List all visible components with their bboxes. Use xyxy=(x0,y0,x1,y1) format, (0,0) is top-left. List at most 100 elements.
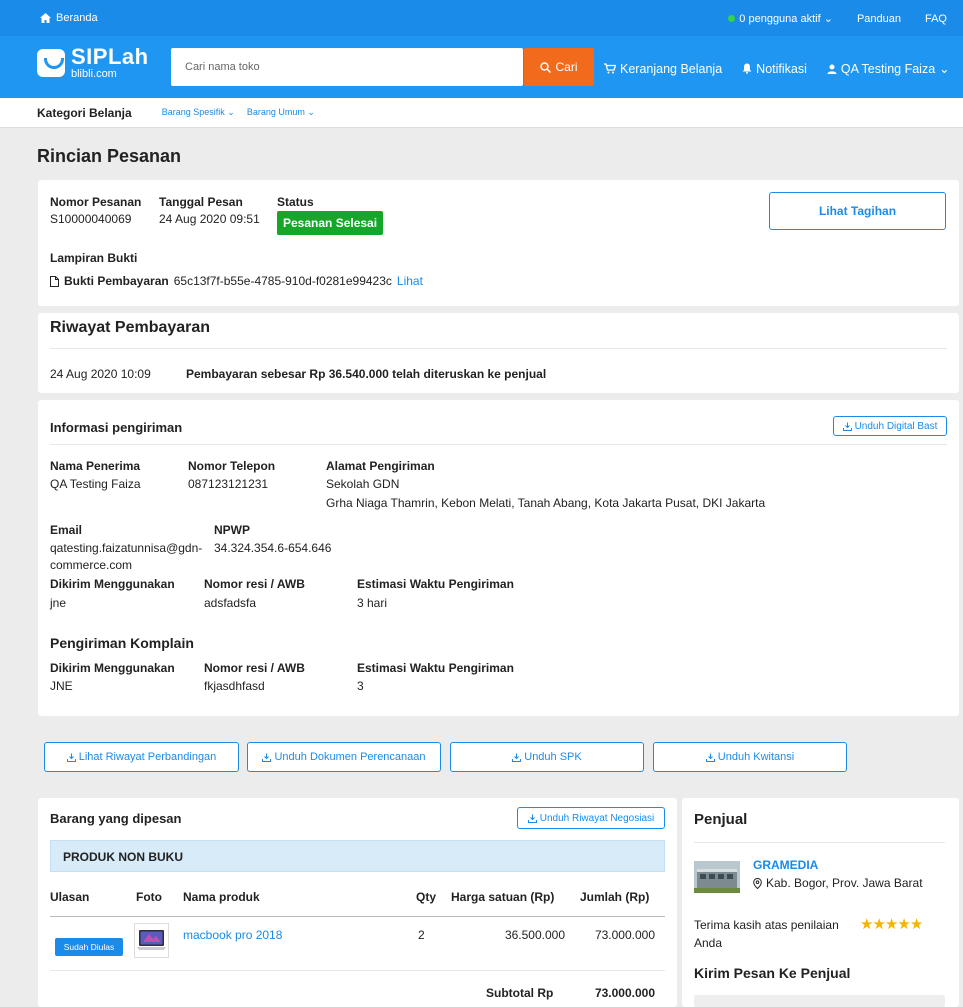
planning-document-button[interactable]: Unduh Dokumen Perencanaan xyxy=(247,742,441,772)
view-invoice-button[interactable]: Lihat Tagihan xyxy=(769,192,946,230)
rating-stars: ★★★★★ xyxy=(860,915,923,933)
view-proof-link[interactable]: Lihat xyxy=(397,274,423,288)
cart-link[interactable]: Keranjang Belanja xyxy=(604,62,722,76)
divider xyxy=(50,916,665,917)
notifications-label: Notifikasi xyxy=(756,61,807,76)
user-menu[interactable]: QA Testing Faiza ⌄ xyxy=(827,61,950,76)
bell-icon xyxy=(742,63,752,74)
complaint-awb-value: fkjasdhfasd xyxy=(204,679,265,693)
user-icon xyxy=(827,64,837,74)
product-total: 73.000.000 xyxy=(594,928,655,942)
complaint-eta-value: 3 xyxy=(357,679,364,693)
download-icon xyxy=(842,422,852,431)
awb-value: adsfadsfa xyxy=(204,596,257,610)
ordered-items-card: Barang yang dipesan Unduh Riwayat Negosi… xyxy=(38,798,677,1007)
npwp-label: NPWP xyxy=(214,523,250,537)
planning-document-label: Unduh Dokumen Perencanaan xyxy=(274,751,426,763)
download-icon xyxy=(705,753,715,762)
negotiation-history-button[interactable]: Unduh Riwayat Negosiasi xyxy=(517,807,665,829)
user-name: QA Testing Faiza xyxy=(840,61,936,76)
phone-value: 087123121231 xyxy=(188,477,269,491)
address-line-1: Sekolah GDN xyxy=(326,477,400,491)
subtotal-label: Subtotal Rp xyxy=(486,986,554,1000)
cart-icon xyxy=(604,63,616,74)
download-icon xyxy=(66,753,76,762)
download-receipt-label: Unduh Kwitansi xyxy=(717,751,795,763)
store-building-image xyxy=(694,861,740,893)
download-spk-label: Unduh SPK xyxy=(524,751,582,763)
faq-link[interactable]: FAQ xyxy=(925,13,947,25)
download-icon xyxy=(262,753,272,762)
star-icon: ★ xyxy=(884,916,898,933)
chevron-down-icon: ⌄ xyxy=(823,13,833,25)
recipient-name: QA Testing Faiza xyxy=(50,477,141,491)
category-general-dropdown[interactable]: Barang Umum ⌄ xyxy=(247,107,315,118)
category-bar: Kategori Belanja Barang Spesifik ⌄ Baran… xyxy=(0,98,963,128)
eta-value: 3 hari xyxy=(357,596,388,610)
category-specific-label: Barang Spesifik xyxy=(161,107,225,117)
star-icon: ★ xyxy=(909,916,923,933)
subtotal-value: 73.000.000 xyxy=(594,986,655,1000)
online-dot-icon xyxy=(728,15,736,22)
column-review: Ulasan xyxy=(50,890,90,904)
active-users-dropdown[interactable]: 0 pengguna aktif ⌄ xyxy=(728,12,833,25)
category-title: Kategori Belanja xyxy=(37,105,132,120)
download-spk-button[interactable]: Unduh SPK xyxy=(450,742,644,772)
divider xyxy=(50,970,665,971)
star-icon: ★ xyxy=(872,916,885,933)
file-icon xyxy=(50,275,59,287)
logo-sub-text: blibli.com xyxy=(71,68,117,80)
product-group-label: PRODUK NON BUKU xyxy=(63,850,183,864)
message-input[interactable] xyxy=(694,995,945,1007)
compare-history-button[interactable]: Lihat Riwayat Perbandingan xyxy=(44,742,239,772)
address-line-2: Grha Niaga Thamrin, Kebon Melati, Tanah … xyxy=(326,496,766,510)
siplah-logo[interactable]: SIPLah blibli.com xyxy=(37,46,149,80)
logo-main-text: SIPLah xyxy=(71,44,149,69)
home-icon xyxy=(40,13,51,23)
payment-date: 24 Aug 2020 10:09 xyxy=(50,367,151,381)
order-date-label: Tanggal Pesan xyxy=(159,195,243,209)
complaint-eta-label: Estimasi Waktu Pengiriman xyxy=(357,661,514,675)
product-photo[interactable] xyxy=(134,923,169,958)
payment-proof-id: 65c13f7f-b55e-4785-910d-f0281e99423c xyxy=(173,274,392,288)
search-icon xyxy=(540,61,552,73)
column-photo: Foto xyxy=(136,890,162,904)
cart-label: Keranjang Belanja xyxy=(620,61,723,76)
recipient-label: Nama Penerima xyxy=(50,459,141,473)
category-specific-dropdown[interactable]: Barang Spesifik ⌄ xyxy=(162,107,235,118)
download-icon xyxy=(512,753,522,762)
search-button[interactable]: Cari xyxy=(524,48,594,86)
seller-name-link[interactable]: GRAMEDIA xyxy=(753,858,818,872)
rating-thanks-text: Terima kasih atas penilaian Anda xyxy=(694,918,839,950)
download-icon xyxy=(527,814,537,823)
star-icon: ★ xyxy=(897,916,910,933)
product-name-link[interactable]: macbook pro 2018 xyxy=(183,928,282,942)
download-bast-button[interactable]: Unduh Digital Bast xyxy=(833,416,947,436)
active-users-label: 0 pengguna aktif xyxy=(739,13,821,25)
complaint-courier-value: JNE xyxy=(50,679,73,693)
order-date: 24 Aug 2020 09:51 xyxy=(159,212,260,226)
phone-label: Nomor Telepon xyxy=(188,459,276,473)
order-summary-card: Nomor Pesanan S10000040069 Tanggal Pesan… xyxy=(38,180,959,306)
laptop-image xyxy=(137,930,166,950)
column-product-name: Nama produk xyxy=(183,890,260,904)
email-line-1: qatesting.faizatunnisa@gdn- xyxy=(50,541,203,555)
complaint-shipping-title: Pengiriman Komplain xyxy=(50,635,194,651)
notifications-link[interactable]: Notifikasi xyxy=(742,62,807,76)
message-seller-title: Kirim Pesan Ke Penjual xyxy=(694,965,851,981)
home-label: Beranda xyxy=(56,12,98,24)
reviewed-button[interactable]: Sudah Diulas xyxy=(55,938,123,956)
guide-link[interactable]: Panduan xyxy=(857,13,901,25)
payment-history-card: Riwayat Pembayaran 24 Aug 2020 10:09 Pem… xyxy=(38,313,959,393)
payment-proof-label: Bukti Pembayaran xyxy=(64,274,169,288)
order-number-label: Nomor Pesanan xyxy=(50,195,142,209)
address-label: Alamat Pengiriman xyxy=(326,459,435,473)
divider xyxy=(50,348,947,349)
search-box xyxy=(171,48,523,86)
download-receipt-button[interactable]: Unduh Kwitansi xyxy=(653,742,847,772)
complaint-awb-label: Nomor resi / AWB xyxy=(204,661,305,675)
search-input[interactable] xyxy=(171,48,523,86)
search-button-label: Cari xyxy=(555,60,578,74)
seller-store-image[interactable] xyxy=(694,861,740,893)
home-link[interactable]: Beranda xyxy=(40,12,98,24)
